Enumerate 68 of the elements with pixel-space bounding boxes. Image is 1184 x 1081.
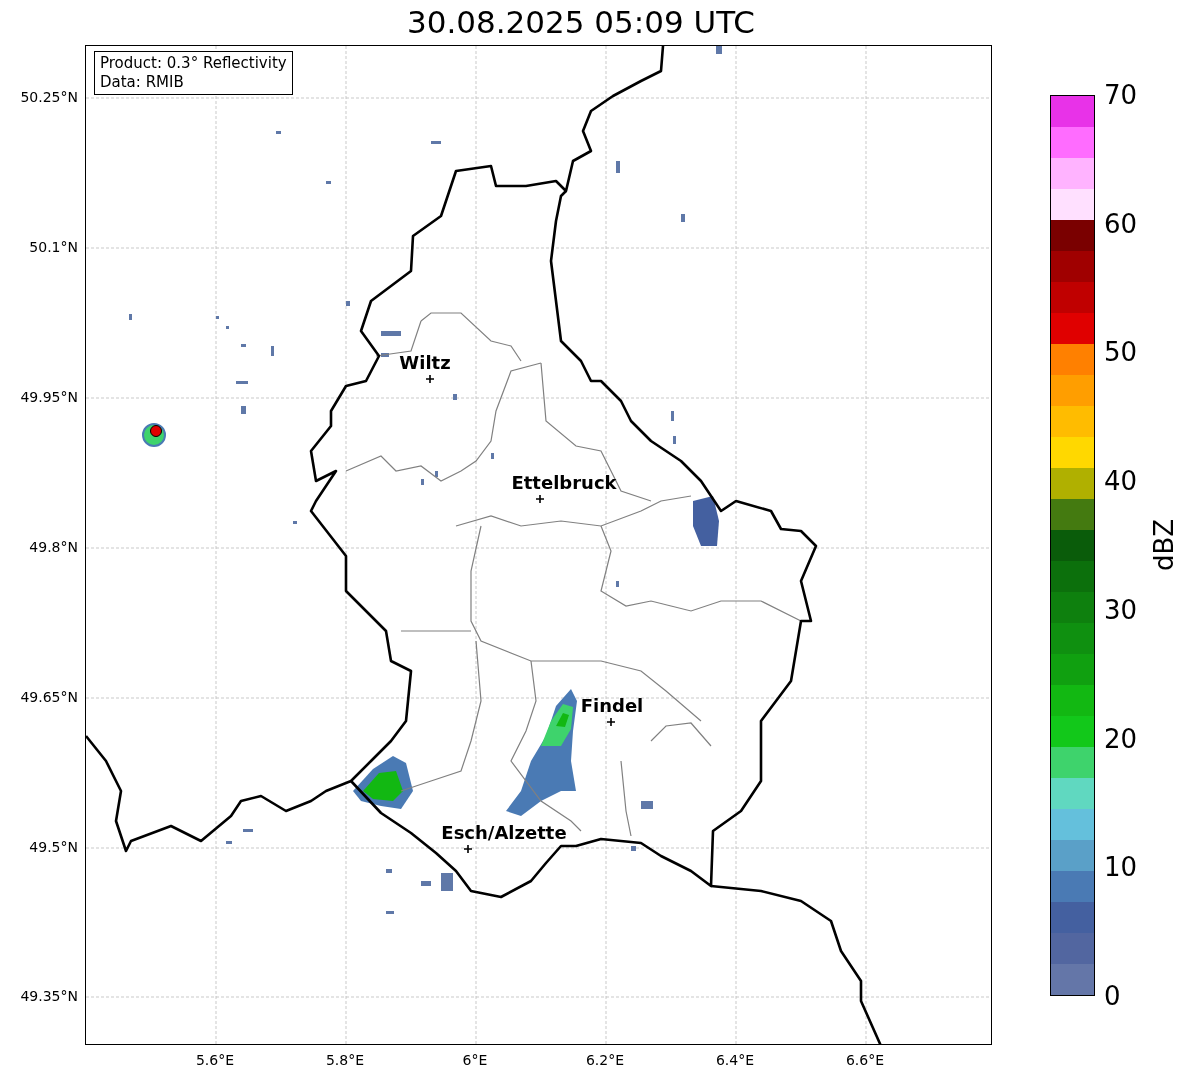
radar-echo (293, 521, 297, 524)
radar-echo (241, 344, 246, 347)
longitude-label: 6°E (462, 1051, 488, 1070)
info-text: Product: 0.3° Reflectivity (100, 54, 287, 73)
colorbar-tick-label: 40 (1104, 468, 1138, 495)
longitude-label: 5.8°E (325, 1051, 365, 1070)
radar-echo (226, 326, 229, 329)
radar-echo (241, 406, 246, 414)
radar-echo (491, 453, 494, 459)
city-marker (606, 717, 616, 727)
radar-echo (346, 301, 350, 306)
latitude-label: 49.8°N (28, 537, 78, 557)
radar-echo (431, 141, 441, 144)
colorbar-tick-label: 30 (1104, 596, 1138, 623)
info-text: Data: RMIB (100, 72, 185, 92)
radar-echo (386, 911, 394, 914)
radar-echo (453, 394, 457, 400)
radar-echo (271, 346, 274, 356)
radar-echo (326, 181, 331, 184)
radar-echo (681, 214, 685, 222)
longitude-label: 6.6°E (845, 1051, 885, 1070)
latitude-label: 49.95°N (19, 387, 78, 407)
latitude-label: 49.5°N (28, 837, 78, 857)
map-title: 30.08.2025 05:09 UTC (407, 4, 755, 40)
radar-echo (616, 161, 620, 173)
city-marker (535, 494, 545, 504)
city-marker (425, 374, 435, 384)
city-label: Findel (580, 695, 644, 716)
colorbar-tick-label: 50 (1104, 339, 1138, 366)
city-marker (463, 844, 473, 854)
latitude-label: 50.25°N (19, 87, 78, 107)
radar-echo (716, 46, 722, 54)
colorbar-tick-label: 20 (1104, 725, 1138, 752)
radar-echo (243, 829, 253, 832)
radar-echo (386, 869, 392, 873)
radar-echo (216, 316, 219, 319)
longitude-label: 6.2°E (585, 1051, 625, 1070)
radar-echo (616, 581, 619, 587)
radar-echo (441, 873, 453, 891)
radar-echo (435, 471, 438, 477)
colorbar-tick-label: 0 (1104, 983, 1121, 1009)
radar-echo (226, 841, 232, 844)
radar-echo (236, 381, 248, 384)
radar-echo (381, 353, 389, 357)
radar-echo (631, 846, 636, 851)
radar-echo (421, 881, 431, 886)
radar-echo (381, 331, 401, 336)
colorbar-label: dBZ (1151, 518, 1178, 572)
radar-echo (641, 801, 653, 809)
radar-echo (353, 756, 413, 809)
city-label: Ettelbruck (511, 472, 617, 493)
latitude-label: 49.35°N (19, 986, 78, 1006)
longitude-label: 6.4°E (715, 1051, 755, 1070)
radar-echo (421, 479, 424, 485)
radar-echo (673, 436, 676, 444)
colorbar-tick-label: 60 (1104, 210, 1138, 237)
latitude-label: 50.1°N (28, 237, 78, 257)
longitude-label: 5.6°E (195, 1051, 235, 1070)
colorbar-tick-label: 10 (1104, 854, 1138, 881)
latitude-label: 49.65°N (19, 687, 78, 707)
radar-site-marker (142, 423, 166, 447)
radar-echo (693, 496, 719, 546)
colorbar-tick-label: 70 (1104, 82, 1138, 108)
city-label: Wiltz (399, 352, 451, 373)
radar-echo (276, 131, 281, 134)
radar-echo (129, 314, 132, 320)
radar-echo (671, 411, 674, 421)
city-label: Esch/Alzette (441, 822, 567, 843)
